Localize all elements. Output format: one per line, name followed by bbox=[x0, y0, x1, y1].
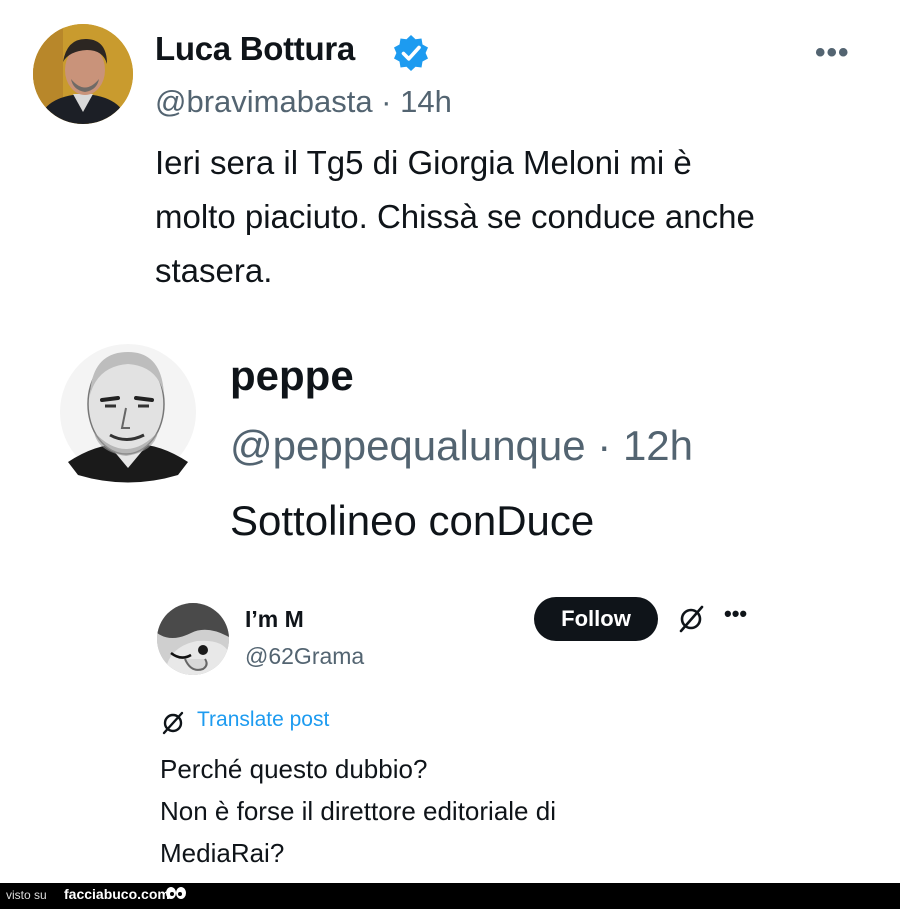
verified-badge-icon bbox=[391, 33, 431, 73]
more-options-icon[interactable]: ••• bbox=[724, 601, 747, 627]
follow-button[interactable]: Follow bbox=[534, 597, 658, 641]
more-options-icon[interactable]: ••• bbox=[815, 36, 850, 70]
translate-post-link[interactable]: Translate post bbox=[197, 708, 329, 732]
avatar[interactable] bbox=[58, 340, 198, 485]
avatar[interactable] bbox=[33, 24, 133, 124]
tweet-text: Sottolineo conDuce bbox=[230, 497, 595, 544]
grok-icon[interactable] bbox=[676, 604, 706, 634]
eyes-logo-icon bbox=[165, 885, 187, 905]
author-name[interactable]: peppe bbox=[230, 352, 354, 400]
author-name[interactable]: Luca Bottura bbox=[155, 30, 355, 68]
author-handle[interactable]: @62Grama bbox=[245, 643, 364, 670]
author-handle[interactable]: @peppequalunque · 12h bbox=[230, 422, 693, 470]
tweet-text: Ieri sera il Tg5 di Giorgia Meloni mi è … bbox=[155, 144, 755, 289]
translate-icon[interactable] bbox=[160, 710, 186, 736]
author-handle[interactable]: @bravimabasta · 14h bbox=[155, 84, 452, 120]
avatar[interactable] bbox=[157, 603, 229, 675]
watermark-visto: visto su bbox=[6, 888, 47, 902]
tweet-text: Perché questo dubbio? Non è forse il dir… bbox=[160, 754, 556, 868]
author-name[interactable]: I’m M bbox=[245, 606, 304, 633]
watermark-bar: visto su facciabuco.com bbox=[0, 883, 900, 909]
watermark-site[interactable]: facciabuco.com bbox=[64, 886, 170, 902]
